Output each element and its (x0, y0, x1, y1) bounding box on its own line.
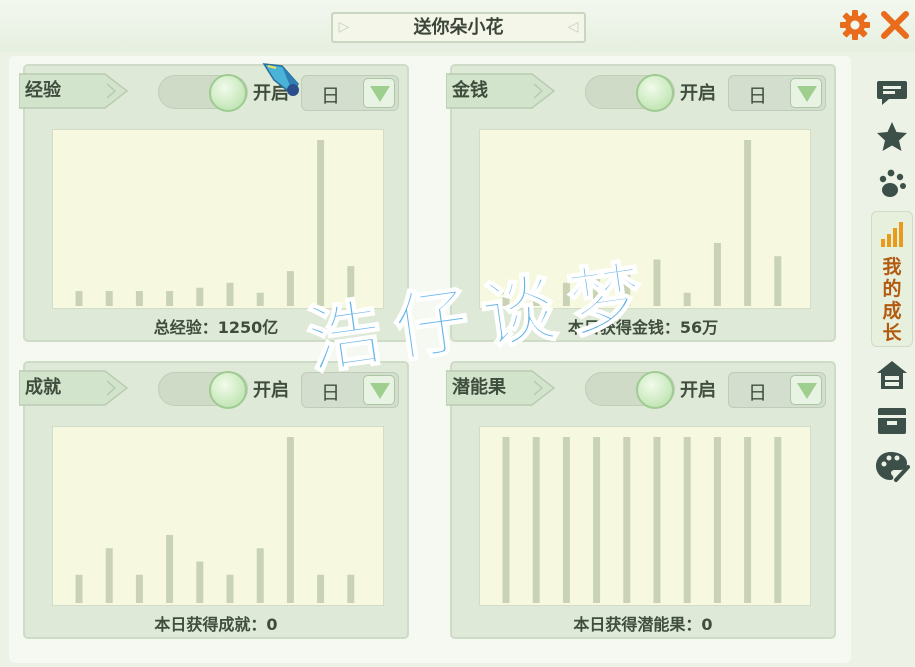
panel-title: 潜能果 (452, 377, 506, 398)
triangle-down-icon (797, 383, 817, 399)
title-plate: ▷ 送你朵小花 ◁ (331, 12, 586, 43)
chart-bar (135, 291, 143, 306)
tab-pets[interactable] (874, 166, 910, 200)
toggle-label: 开启 (680, 83, 716, 104)
magic-cursor-icon (262, 63, 299, 96)
triangle-down-icon (370, 383, 390, 399)
potential-chart (479, 426, 811, 606)
chart-bar (105, 548, 113, 603)
period-value: 日 (321, 85, 341, 107)
palette-icon (876, 452, 910, 482)
title-bar: ▷ 送你朵小花 ◁ (0, 0, 915, 52)
tab-favorites[interactable] (874, 120, 910, 154)
potential-bar-chart (502, 437, 782, 603)
achievement-summary: 本日获得成就：0 (154, 615, 278, 634)
chart-bar (562, 437, 570, 603)
period-dropdown-button[interactable] (790, 78, 822, 108)
chart-bar (286, 271, 294, 306)
chart-bar (774, 256, 782, 306)
period-value: 日 (748, 382, 768, 404)
chart-bar (744, 140, 752, 306)
panel-label-tag: 潜能果 (446, 369, 556, 407)
chart-bar (286, 437, 294, 603)
chart-bar (683, 437, 691, 603)
gear-icon (840, 10, 870, 40)
tab-label: 我的成长 (882, 256, 902, 344)
toggle-knob[interactable] (209, 74, 247, 112)
house-icon (877, 361, 907, 389)
toggle-knob[interactable] (636, 74, 674, 112)
chat-icon (877, 81, 907, 105)
money-toggle[interactable] (585, 74, 675, 112)
ornament-right-icon: ◁ (567, 19, 579, 35)
money-period-select[interactable]: 日 (728, 75, 826, 111)
panel-title: 成就 (25, 377, 61, 398)
chart-bar (226, 282, 234, 306)
exp-toggle[interactable] (158, 74, 248, 112)
chart-bar (623, 437, 631, 603)
toggle-label: 开启 (680, 380, 716, 401)
tab-palette[interactable] (874, 449, 910, 483)
triangle-down-icon (797, 86, 817, 102)
achievement-toggle[interactable] (158, 371, 248, 409)
chart-bar (532, 437, 540, 603)
achievement-bar-chart (75, 437, 355, 603)
potential-toggle[interactable] (585, 371, 675, 409)
panel-label-tag: 成就 (19, 369, 129, 407)
close-icon (881, 11, 909, 39)
toggle-knob[interactable] (636, 371, 674, 409)
period-dropdown-button[interactable] (363, 78, 395, 108)
panel-label-tag: 金钱 (446, 72, 556, 110)
chart-bar (105, 291, 113, 306)
chart-bar (774, 437, 782, 603)
period-value: 日 (748, 85, 768, 107)
exp-period-select[interactable]: 日 (301, 75, 399, 111)
pawprint-icon (879, 169, 906, 197)
chart-bar (166, 534, 174, 603)
tab-storage[interactable] (874, 404, 910, 438)
chart-bar (75, 574, 83, 603)
tab-home[interactable] (874, 358, 910, 392)
chart-bar (75, 291, 83, 306)
toggle-label: 开启 (253, 380, 289, 401)
settings-button[interactable] (838, 8, 872, 42)
side-tab-bar: 我的成长 (868, 66, 915, 496)
star-icon (877, 122, 907, 151)
cursor-pointer-icon (262, 60, 306, 100)
tab-my-growth[interactable]: 我的成长 (871, 211, 913, 347)
panel-potential: 潜能果 开启 日 本日获得潜能果：0 (446, 361, 836, 639)
ornament-left-icon: ▷ (338, 19, 350, 35)
chart-bar (196, 561, 204, 603)
chart-bar (593, 437, 601, 603)
period-dropdown-button[interactable] (790, 375, 822, 405)
panel-label-tag: 经验 (19, 72, 129, 110)
toggle-knob[interactable] (209, 371, 247, 409)
triangle-down-icon (370, 86, 390, 102)
potential-period-select[interactable]: 日 (728, 372, 826, 408)
chart-bar (135, 574, 143, 603)
chart-bar (713, 242, 721, 306)
chart-bar (683, 292, 691, 306)
window-title: 送你朵小花 (413, 17, 504, 38)
achievement-chart (52, 426, 384, 606)
chart-bar (256, 292, 264, 306)
tab-chat[interactable] (874, 76, 910, 110)
chart-bar (196, 287, 204, 306)
chart-bar (744, 437, 752, 603)
chart-bar (347, 574, 355, 603)
panel-title: 金钱 (452, 80, 488, 101)
chart-bar (317, 574, 325, 603)
chart-bar (226, 574, 234, 603)
chart-bar (653, 437, 661, 603)
chart-bar (713, 437, 721, 603)
potential-summary: 本日获得潜能果：0 (573, 615, 713, 634)
close-button[interactable] (878, 8, 912, 42)
chart-bar (256, 548, 264, 603)
signal-bars-icon (881, 222, 903, 247)
panel-title: 经验 (25, 80, 61, 101)
chart-bar (166, 291, 174, 306)
chart-bar (502, 437, 510, 603)
panel-achievement: 成就 开启 日 本日获得成就：0 (19, 361, 409, 639)
storage-box-icon (878, 408, 906, 434)
